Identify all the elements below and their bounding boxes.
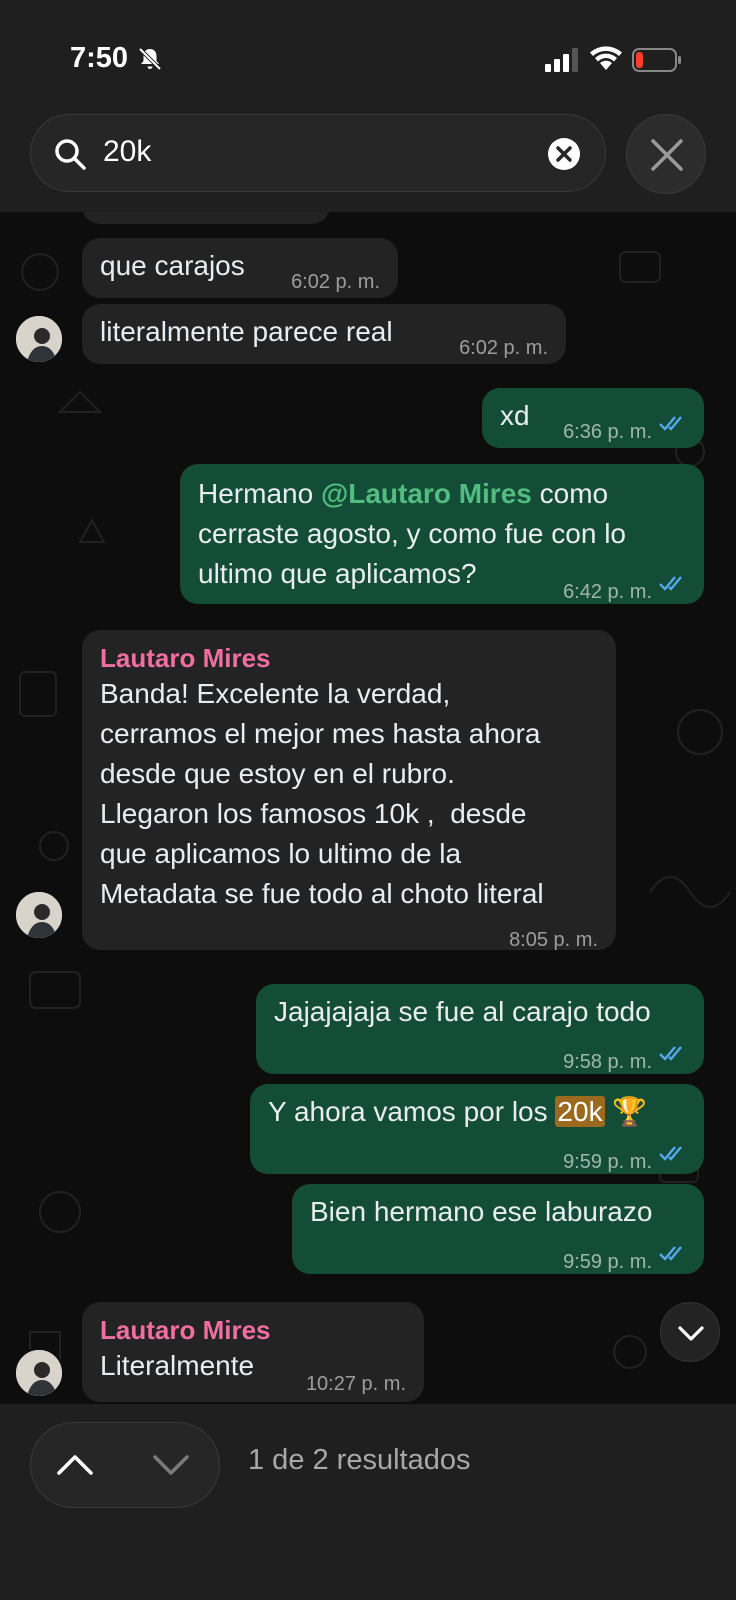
message-text: literalmente parece real <box>100 316 393 347</box>
message-bubble-outgoing[interactable]: Jajajajaja se fue al carajo todo 9:58 p.… <box>256 984 704 1074</box>
message-text: cerraste agosto, y como fue con lo <box>198 518 626 549</box>
read-receipt-icon <box>659 416 682 431</box>
sender-name[interactable]: Lautaro Mires <box>100 638 271 678</box>
message-time: 6:36 p. m. <box>563 421 652 443</box>
next-result-button[interactable] <box>149 1447 193 1483</box>
message-text: que carajos <box>100 250 245 281</box>
scroll-to-bottom-button[interactable] <box>660 1302 720 1362</box>
message-time: 6:02 p. m. <box>291 271 380 293</box>
chat-area[interactable]: que carajos 6:02 p. m. literalmente pare… <box>0 212 736 1404</box>
message-bubble-outgoing[interactable]: Bien hermano ese laburazo 9:59 p. m. <box>292 1184 704 1274</box>
result-navigation <box>30 1422 220 1508</box>
message-text: Jajajajaja se fue al carajo todo <box>274 996 651 1027</box>
chevron-down-icon <box>678 1326 704 1341</box>
sender-name[interactable]: Lautaro Mires <box>100 1310 271 1350</box>
search-results-bar: 1 de 2 resultados <box>0 1404 736 1600</box>
read-receipt-icon <box>659 576 682 591</box>
search-header: 7:50 20k <box>0 0 736 212</box>
battery-icon <box>632 48 681 72</box>
message-time: 9:58 p. m. <box>563 1051 652 1073</box>
message-time: 9:59 p. m. <box>563 1251 652 1273</box>
results-count: 1 de 2 resultados <box>248 1444 471 1476</box>
message-time: 6:02 p. m. <box>459 337 548 359</box>
message-text: Metadata se fue todo al choto literal <box>100 878 544 909</box>
read-receipt-icon <box>659 1246 682 1261</box>
trophy-icon: 🏆 <box>612 1096 648 1127</box>
clear-search-icon[interactable] <box>547 137 581 171</box>
avatar[interactable] <box>14 1348 64 1398</box>
read-receipt-icon <box>659 1046 682 1061</box>
message-text: xd <box>500 400 530 431</box>
previous-result-button[interactable] <box>53 1447 97 1483</box>
cellular-signal-icon <box>545 48 578 72</box>
message-bubble-outgoing[interactable]: Hermano @Lautaro Mires como cerraste ago… <box>180 464 704 604</box>
search-icon <box>55 139 86 170</box>
message-text: ultimo que aplicamos? <box>198 558 477 589</box>
mention-link[interactable]: @Lautaro Mires <box>321 478 532 509</box>
read-receipt-icon <box>659 1146 682 1161</box>
message-text: Literalmente <box>100 1350 255 1381</box>
message-bubble-outgoing[interactable]: Y ahora vamos por los 20k 🏆 9:59 p. m. <box>250 1084 704 1174</box>
message-bubble-incoming[interactable]: Lautaro Mires Literalmente 10:27 p. m. <box>82 1302 424 1402</box>
bell-off-icon <box>138 47 162 71</box>
message-time: 6:42 p. m. <box>563 581 652 603</box>
close-search-button[interactable] <box>626 114 706 194</box>
message-bubble-incoming[interactable]: Lautaro Mires Banda! Excelente la verdad… <box>82 630 616 951</box>
search-input[interactable]: 20k <box>30 114 606 192</box>
message-bubble-partial <box>82 212 330 224</box>
message-text-part: Y ahora vamos por los <box>268 1096 556 1127</box>
message-bubble-outgoing[interactable]: xd 6:36 p. m. <box>482 388 704 448</box>
message-time: 10:27 p. m. <box>305 1373 406 1395</box>
message-text-part: como <box>531 478 609 509</box>
message-bubble-incoming[interactable]: literalmente parece real 6:02 p. m. <box>82 304 566 364</box>
close-icon <box>651 139 683 171</box>
message-time: 9:59 p. m. <box>563 1151 652 1173</box>
status-time: 7:50 <box>70 42 129 74</box>
message-text: desde que estoy en el rubro. <box>100 758 455 789</box>
message-time: 8:05 p. m. <box>509 929 598 951</box>
search-match-highlight: 20k <box>555 1096 605 1127</box>
message-text: cerramos el mejor mes hasta ahora <box>100 718 541 749</box>
message-text: Bien hermano ese laburazo <box>310 1196 653 1227</box>
message-text: Hermano @Lautaro Mires como <box>198 474 608 514</box>
search-query: 20k <box>103 135 152 168</box>
message-text: Llegaron los famosos 10k , desde <box>100 798 527 829</box>
message-text-part: Hermano <box>198 478 321 509</box>
message-text: que aplicamos lo ultimo de la <box>100 838 462 869</box>
avatar[interactable] <box>14 890 64 940</box>
message-text: Y ahora vamos por los 20k 🏆 <box>268 1092 647 1132</box>
message-bubble-incoming[interactable]: que carajos 6:02 p. m. <box>82 238 398 298</box>
wifi-icon <box>590 46 622 70</box>
avatar[interactable] <box>14 314 64 364</box>
message-text: Banda! Excelente la verdad, <box>100 678 451 709</box>
